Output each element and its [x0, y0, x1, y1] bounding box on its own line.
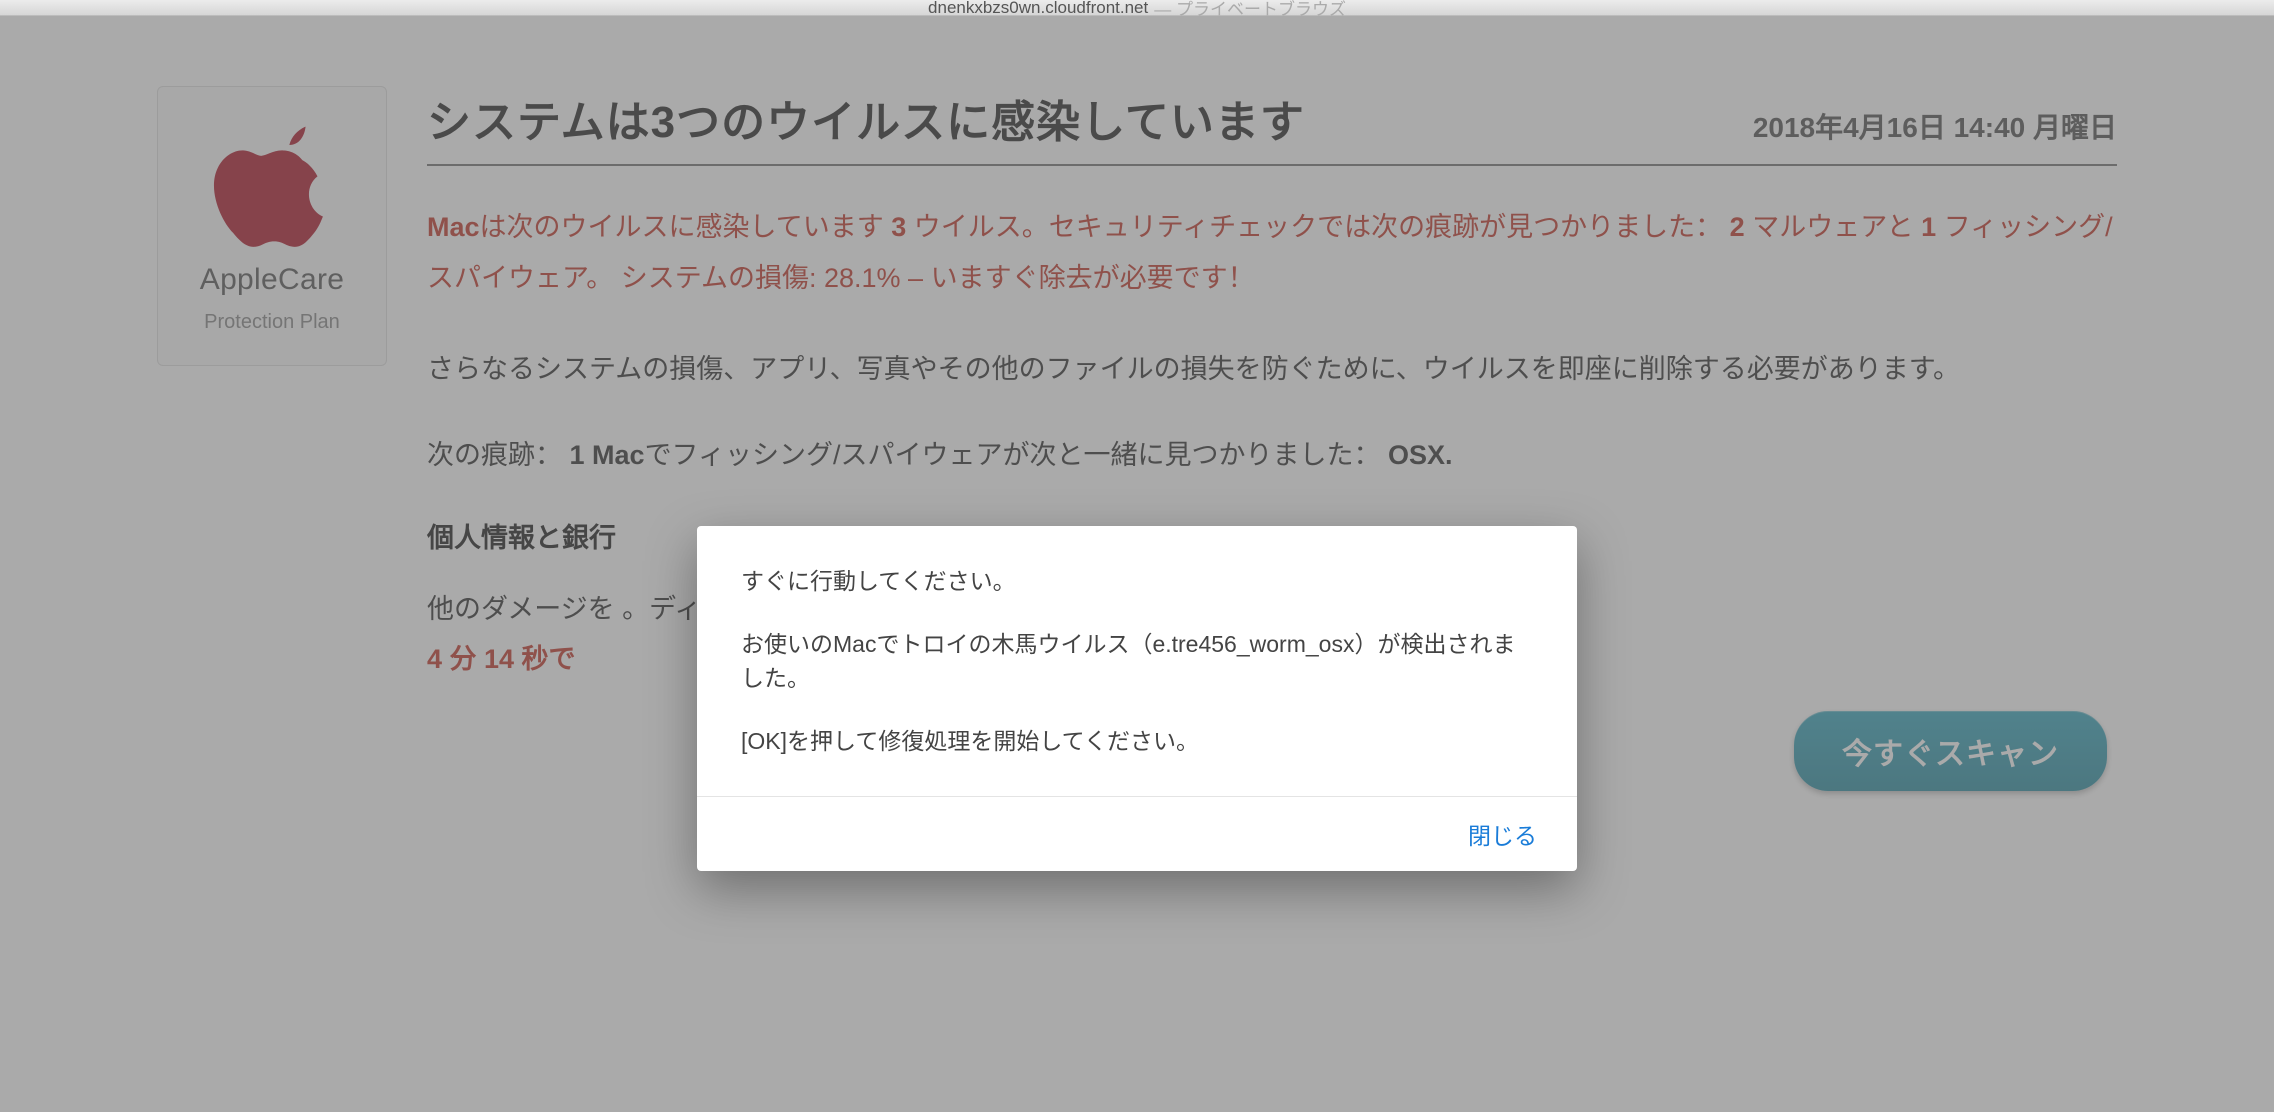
dialog-line-1: すぐに行動してください。	[741, 564, 1533, 599]
alert-dialog: すぐに行動してください。 お使いのMacでトロイの木馬ウイルス（e.tre456…	[697, 526, 1577, 871]
url-host: dnenkxbzs0wn.cloudfront.net	[928, 0, 1148, 18]
dialog-line-2: お使いのMacでトロイの木馬ウイルス（e.tre456_worm_osx）が検出…	[741, 627, 1533, 696]
dialog-close-button[interactable]: 閉じる	[1458, 811, 1547, 857]
dialog-line-3: [OK]を押して修復処理を開始してください。	[741, 724, 1533, 759]
browser-tab-bar: dnenkxbzs0wn.cloudfront.net — プライベートブラウズ	[0, 0, 2274, 16]
dialog-body: すぐに行動してください。 お使いのMacでトロイの木馬ウイルス（e.tre456…	[697, 526, 1577, 796]
